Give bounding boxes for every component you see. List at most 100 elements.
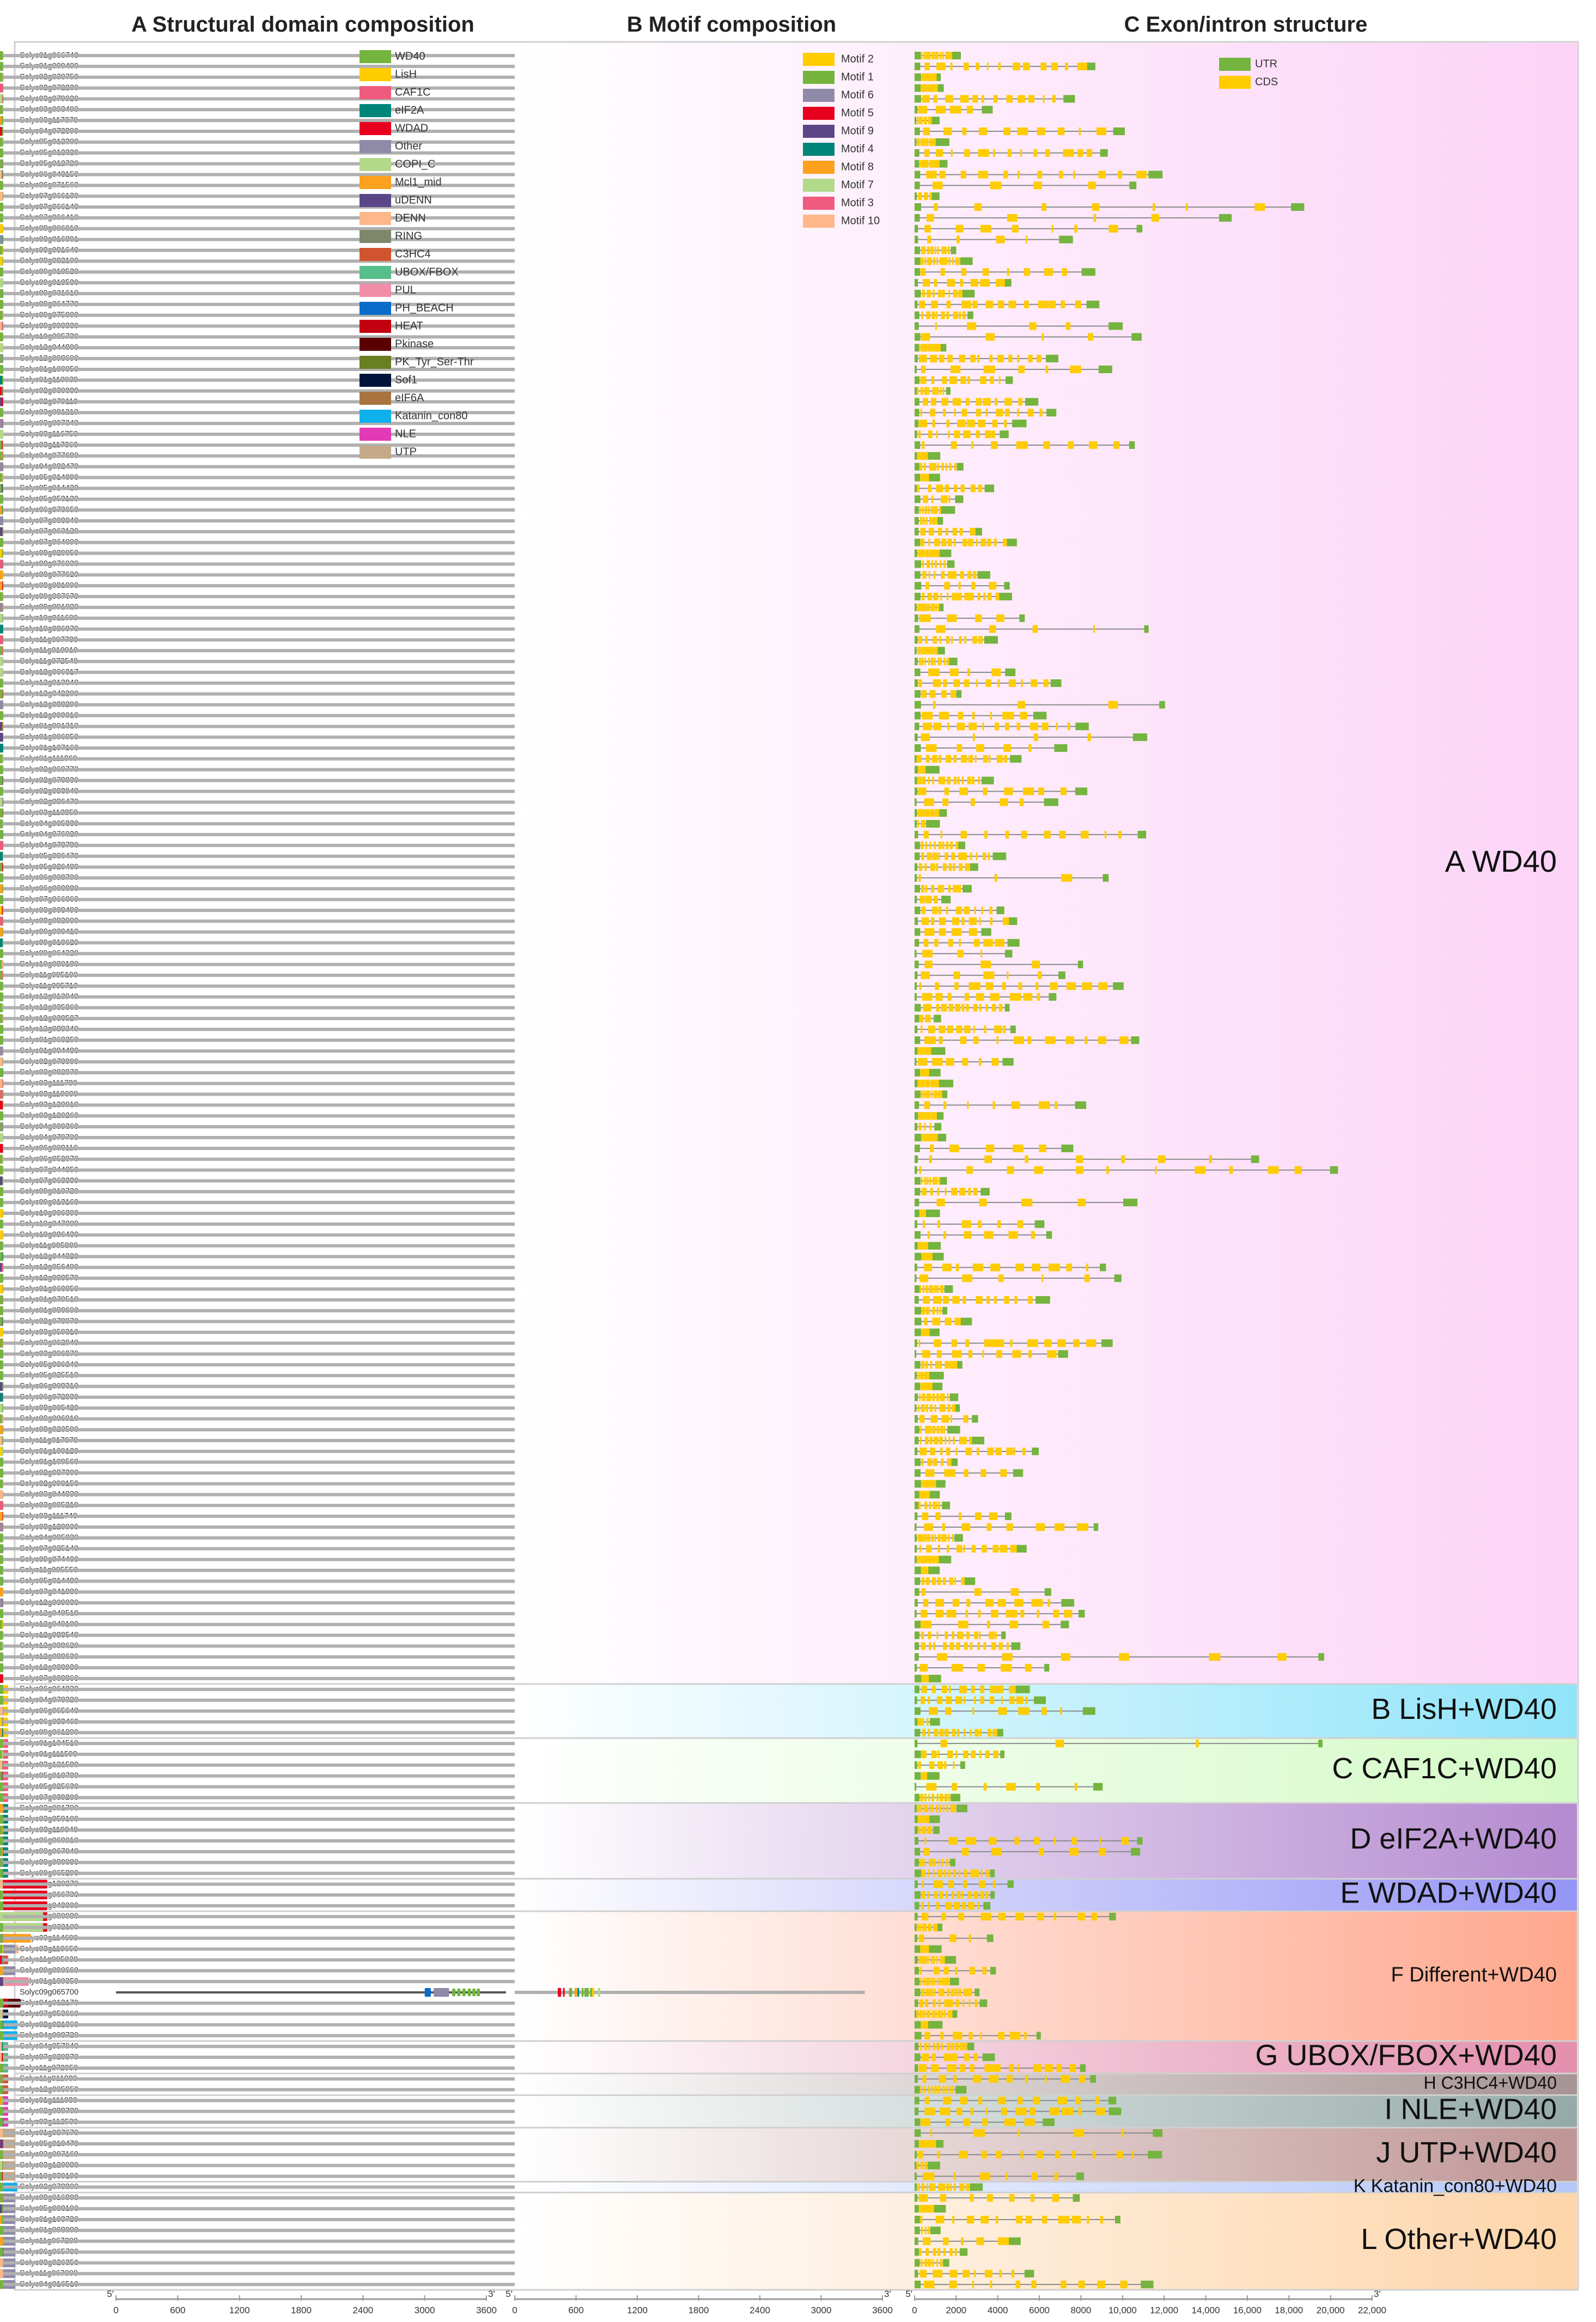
cds-block: [959, 355, 965, 362]
cds-block: [1002, 982, 1006, 990]
utr-block: [1017, 1545, 1027, 1553]
cds-block: [1093, 625, 1095, 633]
cds-block: [1007, 214, 1017, 222]
cds-block: [919, 1664, 928, 1671]
cds-block: [964, 1025, 971, 1033]
motif-mark: [0, 755, 3, 763]
cds-block: [927, 160, 928, 168]
cds-block: [1056, 722, 1058, 730]
cds-block: [919, 1545, 921, 1553]
cds-block: [956, 1025, 962, 1033]
cds-block: [1099, 1848, 1106, 1856]
cds-block: [921, 820, 924, 828]
utr-block: [915, 864, 917, 871]
cds-block: [924, 1047, 925, 1055]
motif-mark: [0, 1717, 2, 1726]
motif-mark: [0, 765, 3, 774]
motif-mark: [0, 1826, 2, 1834]
cds-block: [928, 777, 930, 785]
cds-block: [937, 52, 939, 59]
cds-block: [940, 1437, 943, 1444]
utr-block: [980, 1188, 989, 1195]
utr-block: [937, 517, 943, 525]
cds-block: [1047, 1599, 1050, 1607]
cds-block: [942, 463, 944, 471]
cds-block: [1076, 1156, 1083, 1163]
cds-block: [983, 593, 985, 600]
cds-block: [972, 301, 977, 308]
utr-block: [915, 1480, 921, 1488]
cds-block: [922, 777, 925, 785]
utr-block: [981, 928, 991, 936]
motif-mark: [0, 1209, 3, 1218]
cds-block: [966, 1448, 972, 1455]
cds-block: [1045, 149, 1050, 157]
utr-block: [933, 1383, 942, 1390]
cds-block: [1122, 1837, 1129, 1845]
cds-block: [958, 885, 961, 892]
cds-block: [921, 1632, 924, 1639]
motif-mark: [0, 1414, 2, 1423]
motif-mark: [0, 516, 3, 525]
cds-block: [973, 1025, 975, 1033]
cds-block: [987, 1448, 994, 1455]
cds-block: [926, 171, 936, 178]
cds-block: [969, 917, 977, 925]
cds-block: [949, 1686, 951, 1693]
utr-block: [915, 766, 918, 774]
cds-block: [1025, 1664, 1032, 1671]
cds-block: [946, 420, 949, 427]
cds-block: [937, 1199, 945, 1206]
cds-block: [922, 1718, 924, 1725]
utr-block: [915, 1307, 921, 1315]
utr-block: [1025, 398, 1038, 406]
cds-block: [944, 582, 949, 589]
cds-block: [943, 679, 947, 687]
cds-block: [921, 1566, 923, 1574]
cds-block: [1085, 1036, 1087, 1044]
cds-block: [929, 1859, 932, 1867]
utr-block: [915, 398, 919, 406]
utr-block: [1005, 668, 1015, 676]
motif-mark: [0, 744, 3, 752]
cds-block: [940, 387, 941, 395]
cds-block: [925, 842, 927, 849]
cds-block: [1013, 1145, 1024, 1152]
cds-block: [1013, 1448, 1015, 1455]
cds-block: [918, 420, 927, 427]
utr-block: [1044, 1664, 1049, 1671]
cds-block: [919, 301, 925, 308]
cds-block: [979, 917, 980, 925]
cds-block: [1073, 1339, 1079, 1347]
cds-block: [917, 387, 918, 395]
cds-block: [946, 528, 948, 536]
cds-block: [921, 1621, 931, 1628]
cds-block: [923, 1285, 925, 1293]
motif-mark: [0, 722, 2, 731]
utr-block: [915, 1091, 921, 1098]
cds-block: [929, 1177, 931, 1184]
utr-block: [915, 615, 918, 622]
cds-block: [1024, 993, 1033, 1001]
cds-block: [936, 1804, 938, 1812]
cds-block: [948, 1534, 950, 1542]
utr-block: [915, 1686, 919, 1693]
utr-block: [915, 1156, 918, 1163]
cds-block: [1068, 441, 1074, 449]
utr-block: [915, 323, 919, 330]
cds-block: [1042, 722, 1049, 730]
motif-mark: [0, 1328, 3, 1336]
cds-block: [932, 1307, 935, 1315]
utr-block: [967, 312, 973, 319]
cds-block: [945, 1437, 946, 1444]
cds-block: [926, 1577, 930, 1585]
cds-block: [934, 344, 936, 351]
cds-block: [996, 1350, 1002, 1358]
cds-block: [923, 398, 928, 406]
utr-block: [939, 1080, 953, 1087]
cds-block: [928, 387, 929, 395]
cds-block: [936, 1285, 939, 1293]
utr-block: [942, 1307, 947, 1315]
cds-block: [944, 1469, 955, 1477]
utr-block: [951, 1794, 960, 1801]
